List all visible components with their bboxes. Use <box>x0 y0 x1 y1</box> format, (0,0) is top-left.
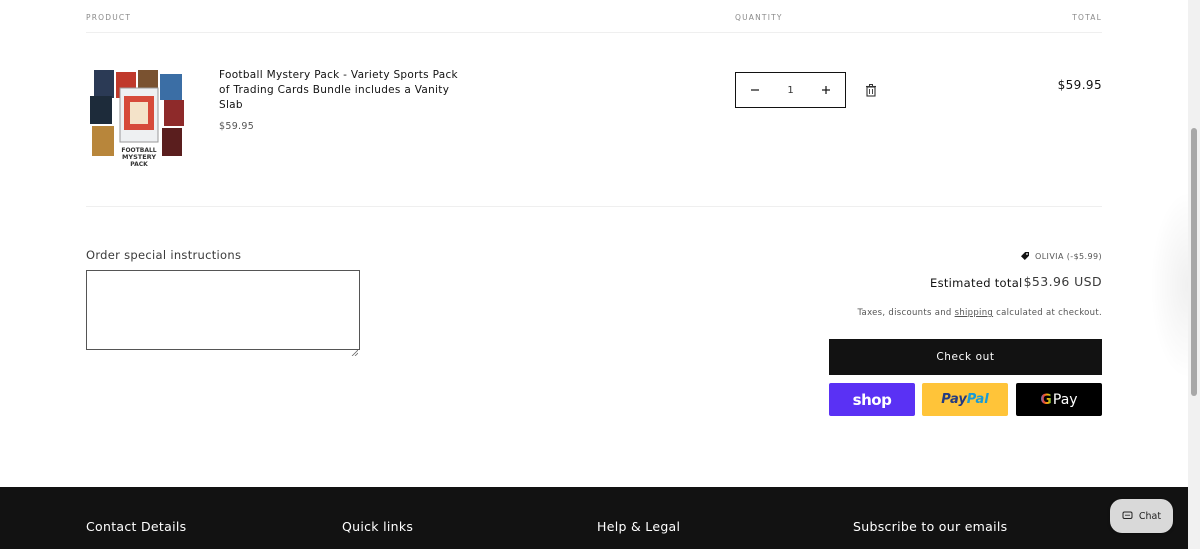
shop-pay-logo: shop <box>852 390 892 409</box>
trash-icon <box>866 84 876 97</box>
paypal-logo-pal: Pal <box>966 392 989 407</box>
chat-bubble-icon <box>1122 511 1133 519</box>
decrease-quantity-button[interactable] <box>748 83 762 97</box>
checkout-button[interactable]: Check out <box>829 339 1102 375</box>
remove-item-button[interactable] <box>864 82 878 97</box>
product-image[interactable]: FOOTBALL MYSTERY PACK <box>86 66 191 171</box>
svg-text:MYSTERY: MYSTERY <box>122 153 156 161</box>
paypal-button[interactable]: Pay Pal <box>922 383 1008 416</box>
estimated-total-value: $53.96 USD <box>1023 274 1102 289</box>
chat-button[interactable]: Chat <box>1110 499 1173 533</box>
chat-label: Chat <box>1138 510 1162 522</box>
scrollbar-thumb[interactable] <box>1191 128 1197 396</box>
footer-help-heading: Help & Legal <box>597 519 681 534</box>
google-pay-button[interactable]: G Pay <box>1016 383 1102 416</box>
google-pay-text: Pay <box>1052 391 1078 408</box>
tax-note-prefix: Taxes, discounts and <box>857 308 955 318</box>
increase-quantity-button[interactable] <box>819 83 833 97</box>
quantity-stepper <box>735 72 846 108</box>
footer-quick-links-heading: Quick links <box>342 519 414 534</box>
quantity-input[interactable] <box>775 84 806 96</box>
resize-handle-icon[interactable] <box>351 341 359 357</box>
footer-subscribe-heading: Subscribe to our emails <box>853 519 1008 534</box>
cart-divider <box>86 206 1102 207</box>
paypal-logo-pay: Pay <box>941 392 967 407</box>
side-widget-shadow <box>1150 190 1188 380</box>
plus-icon <box>822 86 830 94</box>
footer-contact-heading: Contact Details <box>86 519 187 534</box>
product-title-link[interactable]: Football Mystery Pack - Variety Sports P… <box>219 68 459 113</box>
line-item-total: $59.95 <box>1057 78 1102 92</box>
instructions-textarea[interactable] <box>86 270 360 350</box>
column-header-total: TOTAL <box>1072 13 1102 22</box>
product-unit-price: $59.95 <box>219 121 255 132</box>
instructions-label: Order special instructions <box>86 248 242 262</box>
tax-note-suffix: calculated at checkout. <box>993 308 1102 318</box>
site-footer <box>0 487 1188 549</box>
discount-code: OLIVIA (-$5.99) <box>1035 251 1102 261</box>
google-g-icon: G <box>1040 391 1052 408</box>
shop-pay-button[interactable]: shop <box>829 383 915 416</box>
header-divider <box>86 32 1102 33</box>
column-header-product: PRODUCT <box>86 13 132 22</box>
discount-badge: OLIVIA (-$5.99) <box>1020 251 1102 261</box>
svg-text:PACK: PACK <box>130 161 148 168</box>
shipping-link[interactable]: shipping <box>955 308 994 318</box>
minus-icon <box>751 89 759 91</box>
estimated-total-label: Estimated total <box>930 276 1023 290</box>
column-header-quantity: QUANTITY <box>735 13 783 22</box>
tax-note: Taxes, discounts and shipping calculated… <box>857 308 1102 318</box>
tag-icon <box>1021 252 1029 260</box>
